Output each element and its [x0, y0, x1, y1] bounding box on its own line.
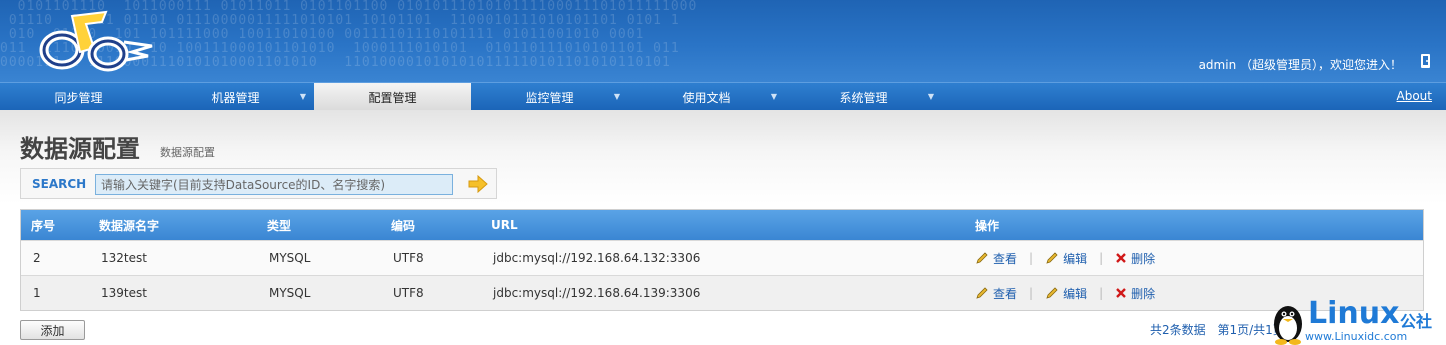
main-nav: 同步管理 机器管理 ▼ 配置管理 监控管理 ▼ 使用文档 ▼ 系统管理 ▼ Ab… — [0, 82, 1446, 112]
nav-item-system[interactable]: 系统管理 ▼ — [785, 83, 942, 110]
datasource-table: 序号 数据源名字 类型 编码 URL 操作 2 132test MYSQL UT… — [20, 209, 1424, 311]
nav-item-label: 监控管理 — [525, 91, 574, 105]
welcome-text: admin （超级管理员），欢迎您进入！ — [1198, 58, 1402, 72]
header-banner: 0101101110 1011000111 01011011 010110110… — [0, 0, 1446, 82]
view-label: 查看 — [993, 251, 1018, 266]
dropdown-arrow-icon: ▼ — [770, 92, 777, 101]
table-row: 1 139test MYSQL UTF8 jdbc:mysql://192.16… — [21, 275, 1423, 310]
datasource-type: MYSQL — [269, 251, 311, 265]
separator: | — [1029, 251, 1034, 265]
edit-label: 编辑 — [1063, 286, 1088, 301]
view-button[interactable]: 查看 — [975, 250, 1017, 267]
column-header: 编码 — [391, 218, 416, 233]
dropdown-arrow-icon: ▼ — [299, 92, 306, 101]
about-link[interactable]: About — [1397, 89, 1432, 103]
view-button[interactable]: 查看 — [975, 285, 1017, 302]
nav-item-label: 机器管理 — [211, 91, 260, 105]
delete-button[interactable]: 删除 — [1115, 250, 1155, 267]
nav-item-docs[interactable]: 使用文档 ▼ — [628, 83, 785, 110]
table-header: 序号 数据源名字 类型 编码 URL 操作 — [21, 210, 1423, 240]
column-header: 数据源名字 — [99, 218, 160, 233]
search-label: SEARCH — [32, 177, 87, 191]
nav-item-sync[interactable]: 同步管理 — [0, 83, 157, 110]
logout-icon[interactable] — [1420, 53, 1432, 69]
row-actions: 查看 | 编辑 | 删除 — [975, 276, 1155, 310]
datasource-type: MYSQL — [269, 286, 311, 300]
delete-x-icon — [1116, 288, 1126, 298]
arrow-right-icon[interactable] — [467, 175, 489, 193]
delete-x-icon — [1116, 253, 1126, 263]
nav-item-label: 使用文档 — [682, 91, 731, 105]
edit-label: 编辑 — [1063, 251, 1088, 266]
column-header: URL — [491, 218, 518, 232]
datasource-name: 139test — [101, 286, 147, 300]
nav-item-machines[interactable]: 机器管理 ▼ — [157, 83, 314, 110]
datasource-encoding: UTF8 — [393, 251, 424, 265]
watermark-brand: Linux — [1308, 296, 1400, 331]
view-label: 查看 — [993, 286, 1018, 301]
column-header: 操作 — [975, 218, 1000, 233]
pencil-icon — [1046, 287, 1058, 299]
row-number: 1 — [33, 286, 41, 300]
table-row: 2 132test MYSQL UTF8 jdbc:mysql://192.16… — [21, 240, 1423, 275]
delete-button[interactable]: 删除 — [1115, 285, 1155, 302]
separator: | — [1099, 286, 1104, 300]
dropdown-arrow-icon: ▼ — [613, 92, 620, 101]
pencil-icon — [1046, 252, 1058, 264]
pencil-icon — [976, 287, 988, 299]
datasource-name: 132test — [101, 251, 147, 265]
watermark-url: www.Linuxidc.com — [1305, 330, 1408, 343]
page-subtitle: 数据源配置 — [160, 146, 215, 159]
dropdown-arrow-icon: ▼ — [927, 92, 934, 101]
total-count: 共2条数据 — [1150, 323, 1206, 337]
separator: | — [1029, 286, 1034, 300]
nav-item-monitor[interactable]: 监控管理 ▼ — [471, 83, 628, 110]
row-actions: 查看 | 编辑 | 删除 — [975, 241, 1155, 275]
delete-label: 删除 — [1131, 251, 1156, 266]
delete-label: 删除 — [1131, 286, 1156, 301]
watermark-brand-cn: 公社 — [1400, 312, 1433, 331]
column-header: 序号 — [31, 218, 56, 233]
datasource-url: jdbc:mysql://192.168.64.139:3306 — [493, 286, 701, 300]
search-bar: SEARCH — [20, 168, 497, 199]
page-title: 数据源配置 — [20, 135, 140, 163]
column-header: 类型 — [267, 218, 292, 233]
logo-icon — [39, 10, 153, 72]
datasource-encoding: UTF8 — [393, 286, 424, 300]
search-input[interactable] — [95, 174, 453, 195]
nav-item-label: 同步管理 — [54, 91, 103, 105]
add-button[interactable]: 添加 — [20, 320, 85, 340]
nav-item-config[interactable]: 配置管理 — [314, 83, 471, 112]
nav-item-label: 系统管理 — [839, 91, 888, 105]
edit-button[interactable]: 编辑 — [1045, 285, 1087, 302]
pencil-icon — [976, 252, 988, 264]
row-number: 2 — [33, 251, 41, 265]
separator: | — [1099, 251, 1104, 265]
datasource-url: jdbc:mysql://192.168.64.132:3306 — [493, 251, 701, 265]
edit-button[interactable]: 编辑 — [1045, 250, 1087, 267]
nav-item-label: 配置管理 — [368, 91, 417, 105]
